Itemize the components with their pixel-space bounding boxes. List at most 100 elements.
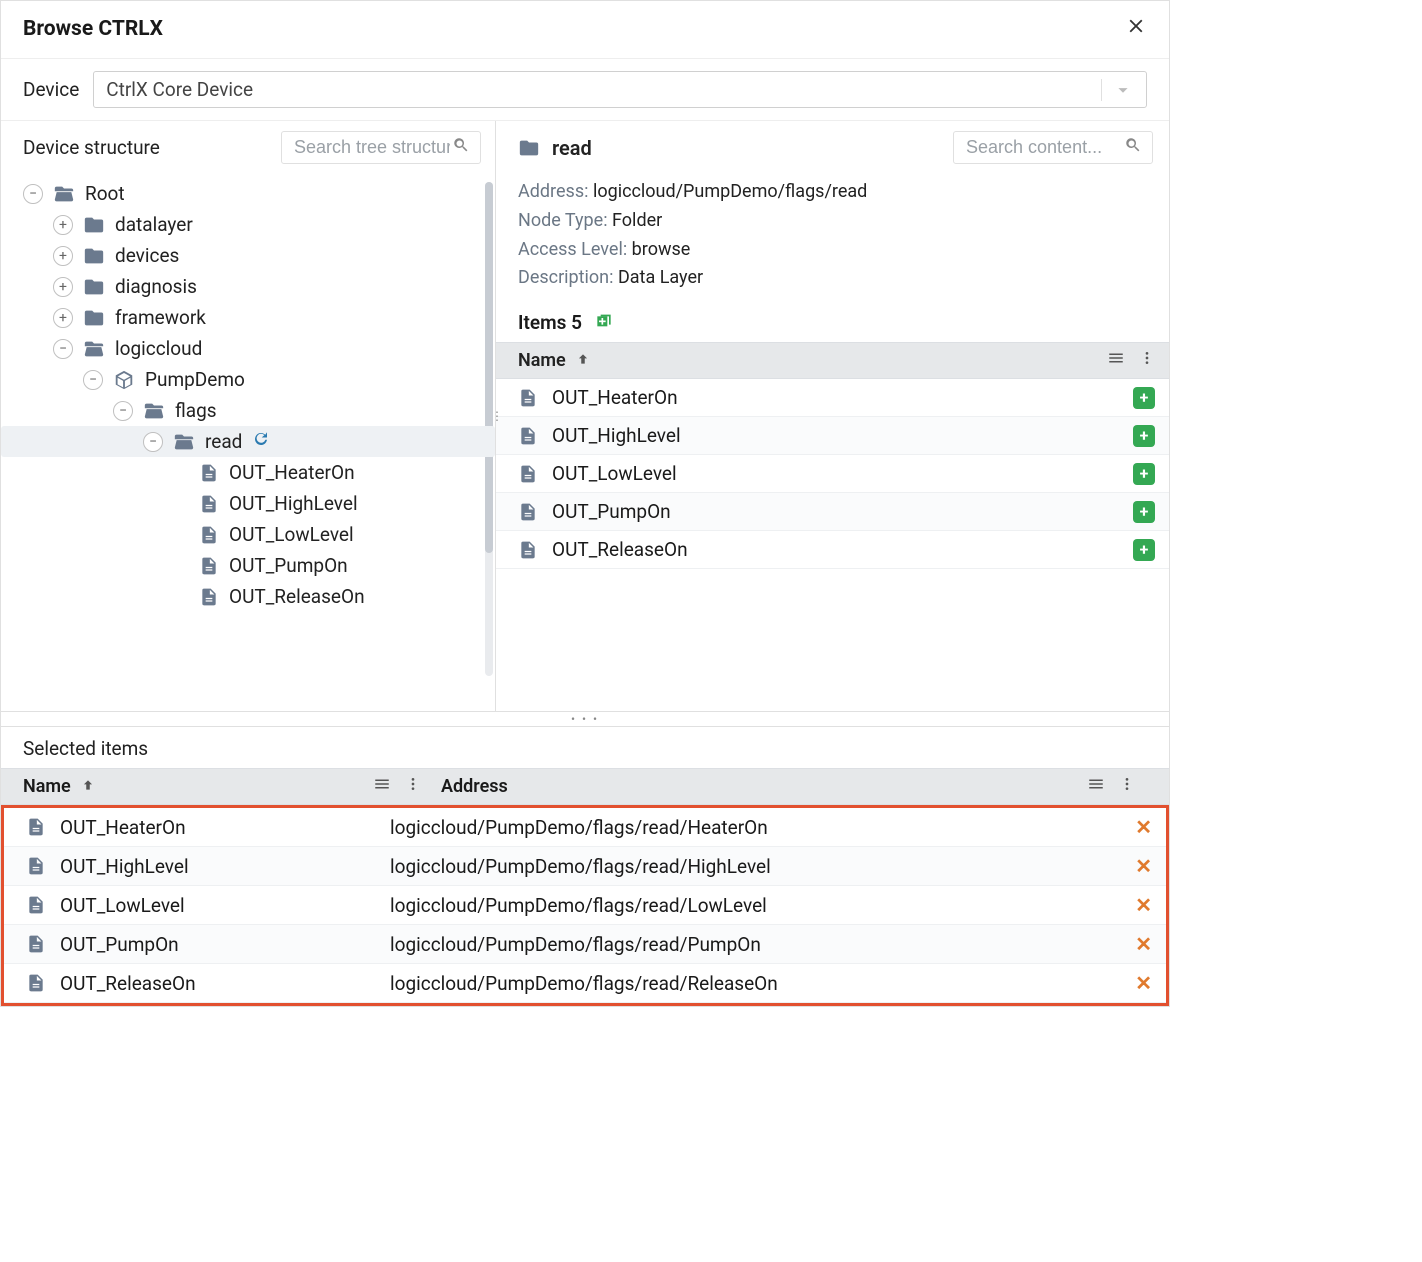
sort-asc-icon[interactable] <box>576 350 590 371</box>
item-row[interactable]: OUT_PumpOn+ <box>496 493 1169 531</box>
remove-item-button[interactable]: ✕ <box>1135 854 1152 878</box>
file-icon <box>518 426 538 446</box>
column-menu-icon[interactable] <box>373 775 391 798</box>
remove-item-button[interactable]: ✕ <box>1135 815 1152 839</box>
tree-toggle[interactable] <box>113 401 133 421</box>
tree-label: OUT_LowLevel <box>229 523 354 546</box>
meta-val-access: browse <box>632 239 691 260</box>
tree-toggle[interactable] <box>83 370 103 390</box>
device-select[interactable]: CtrlX Core Device <box>93 71 1147 108</box>
folder-icon <box>83 245 105 267</box>
sel-col-name-label[interactable]: Name <box>23 776 71 797</box>
selected-column-header: Name Address <box>1 768 1169 805</box>
content-search-input[interactable] <box>964 136 1124 159</box>
cube-icon <box>113 369 135 391</box>
dialog-header: Browse CTRLX <box>1 1 1169 59</box>
tree-label: OUT_PumpOn <box>229 554 348 577</box>
file-icon <box>518 388 538 408</box>
tree-node-read[interactable]: read <box>1 426 495 457</box>
tree[interactable]: Root datalayerdevicesdiagnosisframework … <box>1 174 495 711</box>
tree-leaf[interactable]: OUT_LowLevel <box>1 519 495 550</box>
tree-leaf[interactable]: OUT_HeaterOn <box>1 457 495 488</box>
file-icon <box>199 587 219 607</box>
refresh-icon[interactable] <box>252 430 270 453</box>
device-select-value: CtrlX Core Device <box>106 78 253 101</box>
item-row[interactable]: OUT_HighLevel+ <box>496 417 1169 455</box>
meta-key-access: Access Level: <box>518 239 627 260</box>
remove-item-button[interactable]: ✕ <box>1135 971 1152 995</box>
item-row[interactable]: OUT_HeaterOn+ <box>496 379 1169 417</box>
horizontal-split-handle[interactable]: • • • <box>1 711 1169 726</box>
folder-open-icon <box>173 431 195 453</box>
tree-node[interactable]: framework <box>1 302 495 333</box>
file-icon <box>199 463 219 483</box>
sel-col-addr-label[interactable]: Address <box>441 776 508 797</box>
file-icon <box>199 494 219 514</box>
content-search[interactable] <box>953 131 1153 164</box>
tree-leaf[interactable]: OUT_HighLevel <box>1 488 495 519</box>
column-menu-icon[interactable] <box>1087 775 1105 798</box>
selected-row[interactable]: OUT_HeaterOnlogiccloud/PumpDemo/flags/re… <box>4 808 1166 847</box>
column-options-icon[interactable] <box>405 776 421 797</box>
tree-node-logiccloud[interactable]: logiccloud <box>1 333 495 364</box>
selected-name-label: OUT_ReleaseOn <box>60 972 196 995</box>
add-item-button[interactable]: + <box>1133 501 1155 523</box>
tree-toggle[interactable] <box>53 339 73 359</box>
add-item-button[interactable]: + <box>1133 425 1155 447</box>
column-options-icon[interactable] <box>1119 776 1135 797</box>
meta-key-desc: Description: <box>518 267 613 288</box>
tree-toggle[interactable] <box>53 308 73 328</box>
tree-node[interactable]: devices <box>1 240 495 271</box>
tree-toggle[interactable] <box>53 277 73 297</box>
item-row[interactable]: OUT_LowLevel+ <box>496 455 1169 493</box>
tree-node-root[interactable]: Root <box>1 178 495 209</box>
selected-address: logiccloud/PumpDemo/flags/read/PumpOn <box>390 933 1121 956</box>
file-icon <box>199 556 219 576</box>
tree-leaf[interactable]: OUT_PumpOn <box>1 550 495 581</box>
vertical-split-handle[interactable]: ⋮ <box>491 409 501 423</box>
tree-toggle[interactable] <box>53 246 73 266</box>
tree-toggle[interactable] <box>143 432 163 452</box>
selected-address: logiccloud/PumpDemo/flags/read/HeaterOn <box>390 816 1121 839</box>
file-icon <box>26 895 46 915</box>
tree-pane-header: Device structure <box>1 121 495 174</box>
sort-asc-icon[interactable] <box>81 776 95 797</box>
tree-search-input[interactable] <box>292 136 452 159</box>
file-icon <box>518 502 538 522</box>
selected-row[interactable]: OUT_HighLevellogiccloud/PumpDemo/flags/r… <box>4 847 1166 886</box>
item-row[interactable]: OUT_ReleaseOn + <box>496 531 1169 569</box>
remove-item-button[interactable]: ✕ <box>1135 932 1152 956</box>
meta-key-nodetype: Node Type: <box>518 210 608 231</box>
tree-node-pumpdemo[interactable]: PumpDemo <box>1 364 495 395</box>
remove-item-button[interactable]: ✕ <box>1135 893 1152 917</box>
tree-toggle[interactable] <box>23 184 43 204</box>
tree-toggle[interactable] <box>53 215 73 235</box>
device-row: Device CtrlX Core Device <box>1 59 1169 121</box>
col-name-label[interactable]: Name <box>518 350 566 371</box>
selected-row[interactable]: OUT_PumpOn logiccloud/PumpDemo/flags/read… <box>4 925 1166 964</box>
column-menu-icon[interactable] <box>1107 349 1125 372</box>
tree-leaf[interactable]: OUT_ReleaseOn <box>1 581 495 612</box>
file-icon <box>26 856 46 876</box>
tree-label: PumpDemo <box>145 368 245 391</box>
tree-search[interactable] <box>281 131 481 164</box>
selected-row[interactable]: OUT_LowLevellogiccloud/PumpDemo/flags/re… <box>4 886 1166 925</box>
add-all-button[interactable] <box>594 313 614 333</box>
add-item-button[interactable]: + <box>1133 387 1155 409</box>
selected-name-label: OUT_PumpOn <box>60 933 179 956</box>
items-count-label: Items 5 <box>518 311 582 334</box>
column-options-icon[interactable] <box>1139 350 1155 371</box>
tree-label: framework <box>115 306 206 329</box>
close-button[interactable] <box>1125 15 1147 42</box>
tree-node[interactable]: diagnosis <box>1 271 495 302</box>
selected-row[interactable]: OUT_ReleaseOnlogiccloud/PumpDemo/flags/r… <box>4 964 1166 1003</box>
browse-dialog: Browse CTRLX Device CtrlX Core Device De… <box>0 0 1170 1007</box>
main-split: Device structure Root <box>1 121 1169 711</box>
tree-label: datalayer <box>115 213 193 236</box>
add-item-button[interactable]: + <box>1133 539 1155 561</box>
add-item-button[interactable]: + <box>1133 463 1155 485</box>
item-name-label: OUT_ReleaseOn <box>552 538 688 561</box>
tree-node[interactable]: datalayer <box>1 209 495 240</box>
items-bar: Items 5 <box>496 301 1169 342</box>
tree-node-flags[interactable]: flags <box>1 395 495 426</box>
